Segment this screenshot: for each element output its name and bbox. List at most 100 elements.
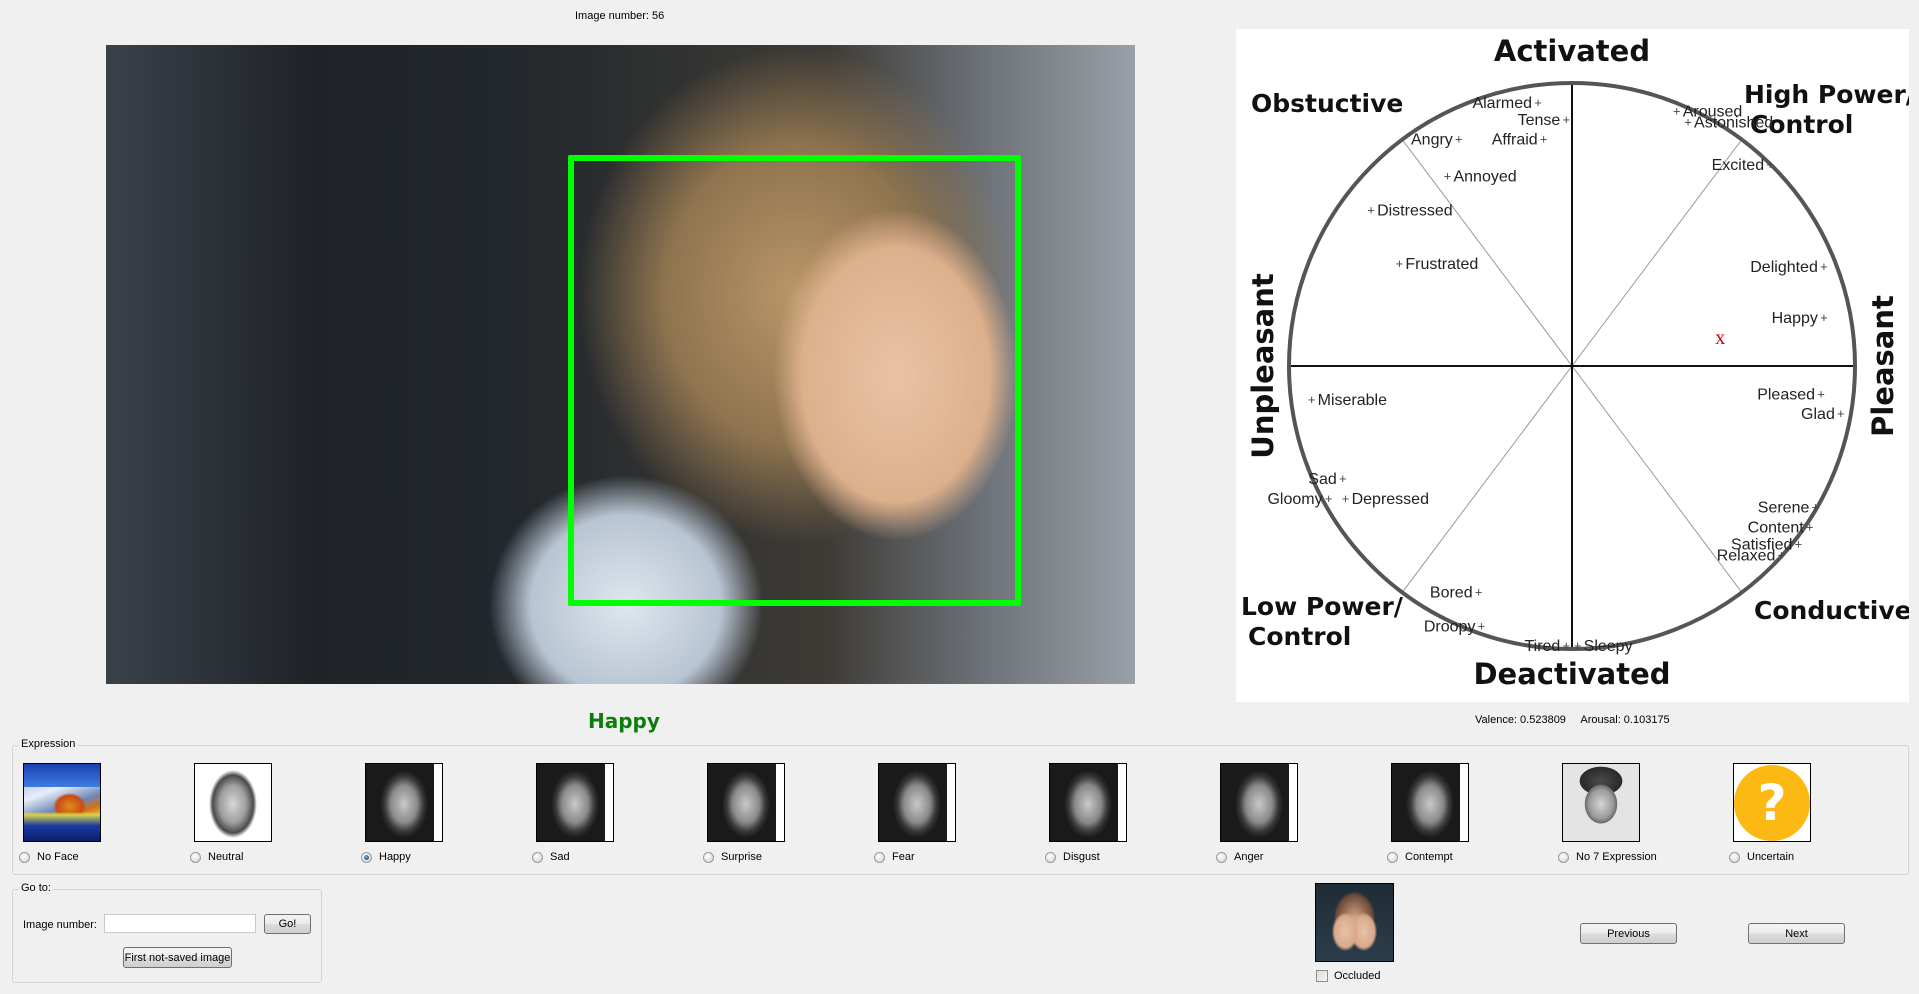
axis-label-pleasant: Pleasant xyxy=(1866,295,1900,437)
emotion-point-marker: + xyxy=(1574,638,1582,653)
expression-radio[interactable] xyxy=(1216,851,1227,863)
first-not-saved-image-button[interactable]: First not-saved image xyxy=(123,947,232,968)
expression-radio-row[interactable]: Uncertain xyxy=(1729,851,1794,863)
expression-option-uncertain[interactable]: ? Uncertain xyxy=(1723,763,1883,868)
expression-radio-row[interactable]: No Face xyxy=(19,851,79,863)
emotion-label-excited: Excited xyxy=(1712,157,1764,174)
expression-radio-row[interactable]: Anger xyxy=(1216,851,1263,863)
quadrant-label-high-power-1: High Power/ xyxy=(1744,80,1909,109)
expression-group: Expression No Face Neutral Happy Sad Surpris… xyxy=(12,738,1909,875)
question-mark-icon[interactable]: ? xyxy=(1733,763,1811,842)
expression-option-anger[interactable]: Anger xyxy=(1210,763,1370,868)
emotion-label-frustrated: Frustrated xyxy=(1405,256,1478,273)
anger-face-image[interactable] xyxy=(1220,763,1298,842)
emotion-point-marker: + xyxy=(1806,519,1814,534)
expression-radio-row[interactable]: Surprise xyxy=(703,851,762,863)
expression-radio[interactable] xyxy=(703,851,714,863)
sad-face-image[interactable] xyxy=(536,763,614,842)
emotion-label-bored: Bored xyxy=(1430,584,1473,601)
occluded-label: Occluded xyxy=(1334,970,1381,982)
emotion-point-marker: + xyxy=(1766,157,1774,172)
expression-radio[interactable] xyxy=(19,851,30,863)
other-expression-image[interactable] xyxy=(1562,763,1640,842)
neutral-face-image[interactable] xyxy=(194,763,272,842)
emotion-label-content: Content xyxy=(1748,519,1805,536)
emotion-label-tense: Tense xyxy=(1518,112,1561,129)
expression-option-no-face[interactable]: No Face xyxy=(13,763,173,868)
expression-option-surprise[interactable]: Surprise xyxy=(697,763,857,868)
emotion-point-marker: + xyxy=(1455,132,1463,147)
expression-radio-row[interactable]: Fear xyxy=(874,851,915,863)
occluded-checkbox[interactable] xyxy=(1316,970,1328,982)
axis-label-activated: Activated xyxy=(1494,34,1650,68)
landscape-image[interactable] xyxy=(23,763,101,842)
expression-radio[interactable] xyxy=(1729,851,1740,863)
emotion-wheel-chart: Activated Deactivated Unpleasant Pleasan… xyxy=(1236,29,1909,702)
expression-option-disgust[interactable]: Disgust xyxy=(1039,763,1199,868)
emotion-point-marker: + xyxy=(1308,392,1316,407)
expression-radio[interactable] xyxy=(1387,851,1398,863)
expression-radio[interactable] xyxy=(1558,851,1569,863)
expression-radio-row[interactable]: Contempt xyxy=(1387,851,1453,863)
expression-radio-row[interactable]: Sad xyxy=(532,851,570,863)
emotion-label-distressed: Distressed xyxy=(1377,202,1453,219)
expression-radio-row[interactable]: Disgust xyxy=(1045,851,1100,863)
emotion-label-serene: Serene xyxy=(1758,500,1810,517)
expression-label: Contempt xyxy=(1405,851,1453,863)
emotion-point-marker: + xyxy=(1339,471,1347,486)
expression-label: Fear xyxy=(892,851,915,863)
disgust-face-image[interactable] xyxy=(1049,763,1127,842)
expression-radio-row[interactable]: Neutral xyxy=(190,851,243,863)
emotion-label-annoyed: Annoyed xyxy=(1453,168,1516,185)
emotion-point-marker: + xyxy=(1673,103,1681,118)
expression-radio[interactable] xyxy=(190,851,201,863)
go-button[interactable]: Go! xyxy=(264,914,311,934)
expression-option-sad[interactable]: Sad xyxy=(526,763,686,868)
emotion-point-marker: + xyxy=(1820,259,1828,274)
surprise-face-image[interactable] xyxy=(707,763,785,842)
goto-image-number-input[interactable] xyxy=(104,914,256,933)
emotion-label-astonished: Astonished xyxy=(1694,115,1773,132)
emotion-label-happy: Happy xyxy=(1772,310,1818,327)
fear-face-image[interactable] xyxy=(878,763,956,842)
emotion-point-marker: + xyxy=(1563,638,1571,653)
quadrant-label-obstuctive: Obstuctive xyxy=(1251,89,1403,118)
axis-label-deactivated: Deactivated xyxy=(1473,657,1670,691)
next-button[interactable]: Next xyxy=(1748,923,1845,944)
emotion-point-marker: + xyxy=(1396,256,1404,271)
valence-arousal-readout: Valence: 0.523809 Arousal: 0.103175 xyxy=(1475,714,1682,726)
goto-group-title: Go to: xyxy=(19,882,53,894)
face-detection-box xyxy=(568,155,1021,606)
question-mark-glyph: ? xyxy=(1734,764,1810,841)
emotion-point-marker: + xyxy=(1444,168,1452,183)
expression-radio[interactable] xyxy=(361,851,372,863)
predicted-expression-label: Happy xyxy=(588,709,660,733)
emotion-point-marker: + xyxy=(1478,618,1486,633)
expression-group-title: Expression xyxy=(19,738,78,750)
expression-radio[interactable] xyxy=(1045,851,1056,863)
happy-face-image[interactable] xyxy=(365,763,443,842)
emotion-point-marker: + xyxy=(1837,406,1845,421)
expression-radio-row[interactable]: Happy xyxy=(361,851,411,863)
emotion-point-marker: + xyxy=(1817,386,1825,401)
emotion-label-sad: Sad xyxy=(1308,471,1336,488)
contempt-face-image[interactable] xyxy=(1391,763,1469,842)
expression-option-happy[interactable]: Happy xyxy=(355,763,515,868)
emotion-label-angry: Angry xyxy=(1411,132,1453,149)
occluded-checkbox-row[interactable]: Occluded xyxy=(1316,970,1380,982)
expression-option-contempt[interactable]: Contempt xyxy=(1381,763,1541,868)
valence-arousal-marker: x xyxy=(1715,327,1725,349)
expression-radio[interactable] xyxy=(874,851,885,863)
expression-option-no-7-expression[interactable]: No 7 Expression xyxy=(1552,763,1712,868)
emotion-label-miserable: Miserable xyxy=(1318,392,1387,409)
expression-radio-row[interactable]: No 7 Expression xyxy=(1558,851,1657,863)
expression-radio[interactable] xyxy=(532,851,543,863)
expression-label: Happy xyxy=(379,851,411,863)
expression-option-fear[interactable]: Fear xyxy=(868,763,1028,868)
previous-button[interactable]: Previous xyxy=(1580,923,1677,944)
emotion-point-marker: + xyxy=(1820,310,1828,325)
expression-label: Disgust xyxy=(1063,851,1100,863)
expression-option-neutral[interactable]: Neutral xyxy=(184,763,344,868)
emotion-point-marker: + xyxy=(1812,500,1820,515)
emotion-label-tired: Tired xyxy=(1524,638,1560,655)
